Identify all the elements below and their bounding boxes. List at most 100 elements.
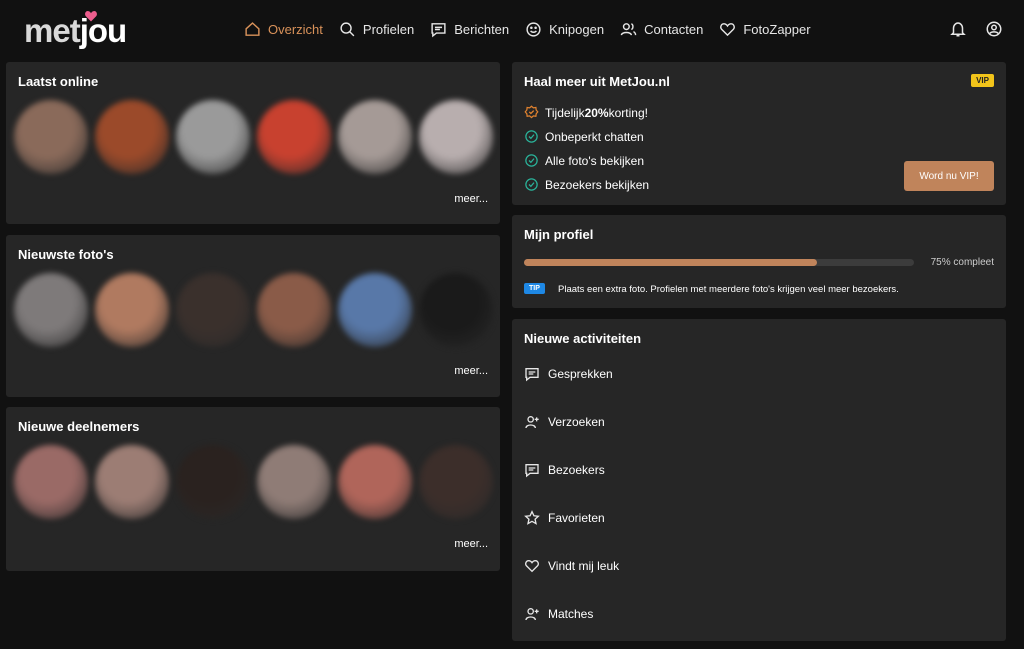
more-link[interactable]: meer... — [454, 365, 488, 377]
activity-label: Matches — [548, 607, 594, 621]
nav-profielen[interactable]: Profielen — [339, 18, 414, 40]
avatar[interactable] — [257, 445, 331, 519]
avatar[interactable] — [14, 273, 88, 347]
check-circle-icon — [525, 130, 538, 143]
activity-label: Bezoekers — [548, 463, 605, 477]
main-nav: Overzicht Profielen Berichten Knipogen C… — [244, 18, 827, 40]
benefit-text: Bezoekers bekijken — [545, 177, 650, 192]
activity-verzoeken[interactable]: Verzoeken — [524, 414, 605, 430]
activity-label: Vindt mij leuk — [548, 559, 620, 573]
activity-bezoekers[interactable]: Bezoekers — [524, 462, 605, 478]
bell-icon[interactable] — [949, 20, 967, 38]
nav-label: Contacten — [644, 21, 704, 37]
nav-fotozapper[interactable]: FotoZapper — [719, 18, 811, 40]
avatar[interactable] — [338, 273, 412, 347]
smiley-icon — [526, 21, 541, 37]
avatar-row — [14, 445, 493, 519]
avatar[interactable] — [338, 445, 412, 519]
avatar[interactable] — [419, 100, 493, 174]
user-circle-icon[interactable] — [985, 20, 1003, 38]
logo-text-met: met — [24, 12, 81, 49]
chat-icon — [525, 368, 539, 382]
activities-title: Nieuwe activiteiten — [524, 331, 642, 346]
message-icon — [431, 22, 446, 37]
nav-knipogen[interactable]: Knipogen — [525, 18, 604, 40]
avatar[interactable] — [95, 273, 169, 347]
activity-matches[interactable]: Matches — [524, 606, 593, 622]
avatar[interactable] — [176, 445, 250, 519]
home-icon — [245, 21, 260, 36]
avatar[interactable] — [95, 445, 169, 519]
check-circle-icon — [525, 178, 538, 191]
benefit-text: Onbeperkt chatten — [545, 129, 644, 144]
contacts-icon — [620, 22, 637, 35]
benefit-text-suffix: korting! — [608, 105, 648, 120]
search-icon — [340, 21, 355, 36]
metjou-logo[interactable]: met jou — [24, 10, 127, 50]
activity-label: Gesprekken — [548, 367, 613, 381]
nieuwe-deelnemers-card: Nieuwe deelnemers meer... — [6, 407, 500, 571]
star-icon — [524, 510, 540, 525]
avatar[interactable] — [419, 445, 493, 519]
logo-heart-icon — [85, 11, 97, 22]
benefit-item: Tijdelijk 20% korting! — [524, 105, 648, 120]
vip-badge: VIP — [971, 74, 994, 87]
avatar[interactable] — [176, 273, 250, 347]
chat-icon — [525, 464, 539, 478]
more-link[interactable]: meer... — [454, 538, 488, 550]
nav-label: Berichten — [454, 21, 510, 37]
avatar[interactable] — [176, 100, 250, 174]
nav-label: Knipogen — [549, 21, 605, 37]
activity-favorieten[interactable]: Favorieten — [524, 510, 605, 526]
section-title: Nieuwste foto's — [18, 247, 114, 262]
benefit-item: Alle foto's bekijken — [524, 153, 644, 168]
activity-label: Verzoeken — [548, 415, 605, 429]
user-plus-icon — [525, 416, 539, 429]
nav-berichten[interactable]: Berichten — [430, 18, 509, 40]
avatar[interactable] — [257, 273, 331, 347]
nieuwste-fotos-card: Nieuwste foto's meer... — [6, 235, 500, 397]
avatar[interactable] — [419, 273, 493, 347]
avatar[interactable] — [14, 100, 88, 174]
avatar[interactable] — [257, 100, 331, 174]
discount-badge-icon — [524, 105, 539, 119]
activity-label: Favorieten — [548, 511, 605, 525]
nav-label: Overzicht — [268, 21, 323, 37]
section-title: Laatst online — [18, 74, 99, 89]
mijn-profiel-card: Mijn profiel 75% compleet TIP Plaats een… — [512, 215, 1006, 308]
more-link[interactable]: meer... — [454, 193, 488, 205]
vip-title: Haal meer uit MetJou.nl — [524, 74, 670, 89]
activity-gesprekken[interactable]: Gesprekken — [524, 366, 613, 382]
nav-overzicht[interactable]: Overzicht — [244, 18, 323, 40]
tip-text: Plaats een extra foto. Profielen met mee… — [558, 284, 899, 295]
heart-icon — [720, 22, 736, 36]
top-bar: met jou Overzicht Profielen Berichten Kn… — [0, 0, 1024, 60]
user-plus-icon — [525, 608, 539, 621]
section-title: Nieuwe deelnemers — [18, 419, 140, 434]
heart-icon — [525, 559, 539, 573]
word-vip-button[interactable]: Word nu VIP! — [904, 161, 994, 191]
nav-label: Profielen — [362, 21, 415, 37]
tip-badge: TIP — [524, 283, 545, 294]
avatar-row — [14, 100, 493, 174]
profile-progress-bar — [524, 259, 914, 266]
avatar[interactable] — [14, 445, 88, 519]
check-circle-icon — [525, 154, 538, 167]
benefit-text: Alle foto's bekijken — [545, 153, 645, 168]
avatar[interactable] — [338, 100, 412, 174]
activity-vindt-mij-leuk[interactable]: Vindt mij leuk — [524, 558, 619, 574]
benefit-highlight: 20% — [584, 105, 609, 120]
nieuwe-activiteiten-card: Nieuwe activiteiten Gesprekken Verzoeken… — [512, 319, 1006, 641]
benefit-item: Bezoekers bekijken — [524, 177, 649, 192]
nav-contacten[interactable]: Contacten — [620, 18, 703, 40]
avatar-row — [14, 273, 493, 347]
profile-progress-fill — [524, 259, 817, 266]
profile-title: Mijn profiel — [524, 227, 594, 242]
nav-label: FotoZapper — [743, 21, 811, 37]
avatar[interactable] — [95, 100, 169, 174]
progress-label: 75% compleet — [930, 257, 994, 268]
benefit-text: Tijdelijk — [545, 105, 585, 120]
laatst-online-card: Laatst online meer... — [6, 62, 500, 224]
vip-card: Haal meer uit MetJou.nl VIP Tijdelijk 20… — [512, 62, 1006, 205]
benefit-item: Onbeperkt chatten — [524, 129, 644, 144]
